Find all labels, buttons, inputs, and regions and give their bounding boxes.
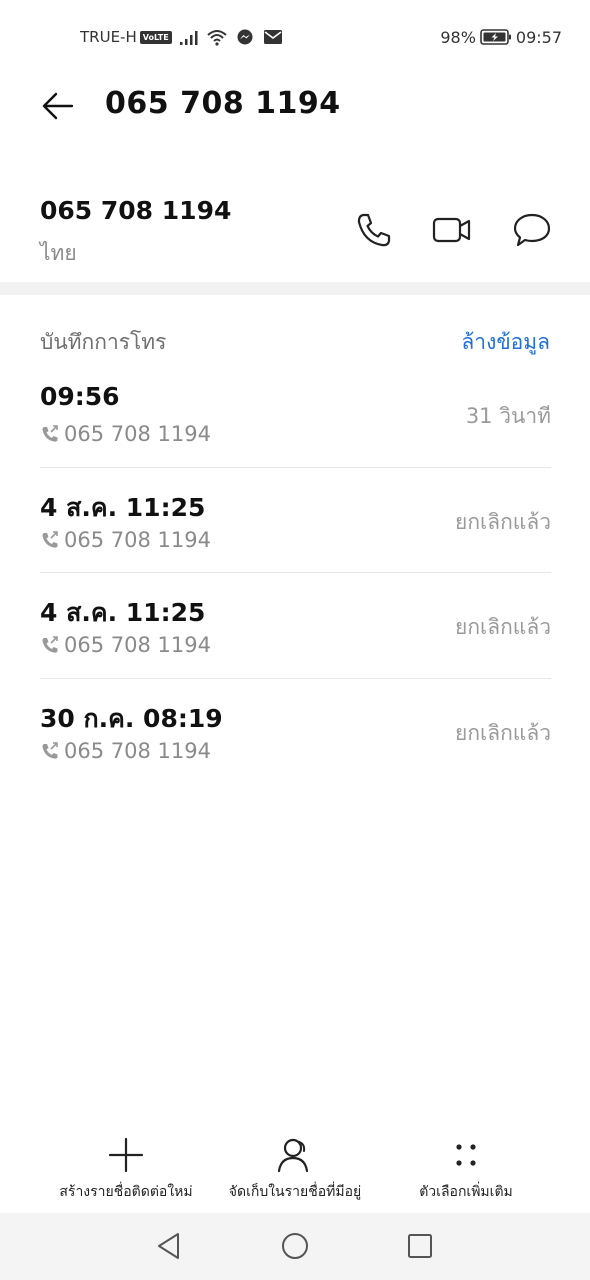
call-number: 065 708 1194 bbox=[64, 422, 211, 446]
call-number: 065 708 1194 bbox=[64, 738, 211, 763]
call-time: 30 ก.ค. 08:19 bbox=[40, 703, 223, 733]
nav-back-icon[interactable] bbox=[153, 1230, 185, 1262]
new-contact-button[interactable]: สร้างรายชื่อติดต่อใหม่ bbox=[46, 1130, 206, 1212]
call-status: 31 วินาที bbox=[465, 404, 551, 428]
status-right: 98% 09:57 bbox=[440, 26, 562, 48]
call-log-row[interactable]: 4 ส.ค. 11:25 065 708 1194 ยกเลิกแล้ว bbox=[40, 468, 551, 573]
more-dots-icon bbox=[456, 1144, 476, 1166]
battery-percent: 98% bbox=[440, 27, 476, 47]
back-arrow-icon[interactable] bbox=[40, 88, 76, 124]
call-status: ยกเลิกแล้ว bbox=[455, 509, 551, 534]
outgoing-call-icon bbox=[42, 741, 58, 759]
call-number-line: 065 708 1194 bbox=[40, 633, 211, 657]
status-left: TRUE-H VoLTE bbox=[80, 26, 284, 48]
call-number: 065 708 1194 bbox=[64, 527, 211, 552]
call-number-line: 065 708 1194 bbox=[40, 422, 211, 446]
more-options-label: ตัวเลือกเพิ่มเติม bbox=[419, 1184, 513, 1200]
volte-badge: VoLTE bbox=[139, 30, 172, 44]
carrier-name: TRUE-H bbox=[80, 28, 137, 46]
more-options-button[interactable]: ตัวเลือกเพิ่มเติม bbox=[400, 1130, 532, 1212]
outgoing-call-icon bbox=[42, 530, 58, 548]
section-divider bbox=[0, 282, 590, 295]
call-log-row[interactable]: 09:56 065 708 1194 31 วินาที bbox=[40, 362, 551, 468]
new-contact-label: สร้างรายชื่อติดต่อใหม่ bbox=[59, 1184, 193, 1200]
save-to-existing-label: จัดเก็บในรายชื่อที่มีอยู่ bbox=[228, 1184, 362, 1200]
wifi-icon bbox=[207, 30, 227, 46]
video-call-icon[interactable] bbox=[432, 210, 472, 250]
call-log-row[interactable]: 4 ส.ค. 11:25 065 708 1194 ยกเลิกแล้ว bbox=[40, 573, 551, 679]
nav-home-icon[interactable] bbox=[279, 1230, 311, 1262]
call-log-row[interactable]: 30 ก.ค. 08:19 065 708 1194 ยกเลิกแล้ว bbox=[40, 679, 551, 785]
page-title: 065 708 1194 bbox=[105, 86, 341, 121]
phone-icon[interactable] bbox=[354, 210, 394, 250]
system-nav-bar bbox=[0, 1213, 590, 1280]
call-number: 065 708 1194 bbox=[64, 633, 211, 657]
status-bar: TRUE-H VoLTE 98% 09:57 bbox=[0, 0, 590, 76]
contact-location: ไทย bbox=[40, 241, 77, 265]
call-number-line: 065 708 1194 bbox=[40, 528, 211, 552]
call-log-list: 09:56 065 708 1194 31 วินาที 4 ส.ค. 11:2… bbox=[40, 362, 551, 784]
outgoing-call-icon bbox=[42, 425, 58, 442]
nav-recent-apps-icon[interactable] bbox=[404, 1230, 436, 1262]
call-time: 4 ส.ค. 11:25 bbox=[40, 492, 206, 522]
messenger-icon bbox=[237, 29, 253, 45]
call-number-line: 065 708 1194 bbox=[40, 739, 211, 763]
message-icon[interactable] bbox=[512, 210, 552, 250]
plus-icon bbox=[108, 1137, 144, 1173]
signal-icon bbox=[179, 31, 198, 45]
bottom-action-bar: สร้างรายชื่อติดต่อใหม่ จัดเก็บในรายชื่อท… bbox=[0, 1130, 590, 1212]
mail-icon bbox=[263, 30, 282, 44]
call-time: 4 ส.ค. 11:25 bbox=[40, 598, 206, 627]
call-status: ยกเลิกแล้ว bbox=[455, 615, 551, 639]
call-time: 09:56 bbox=[40, 382, 120, 411]
call-log-title: บันทึกการโทร bbox=[40, 330, 167, 354]
contact-number: 065 708 1194 bbox=[40, 196, 232, 225]
status-time: 09:57 bbox=[515, 27, 562, 47]
outgoing-call-icon bbox=[42, 636, 58, 653]
battery-charging-icon bbox=[480, 29, 511, 45]
person-icon bbox=[277, 1138, 309, 1173]
save-to-existing-button[interactable]: จัดเก็บในรายชื่อที่มีอยู่ bbox=[215, 1130, 375, 1212]
clear-data-button[interactable]: ล้างข้อมูล bbox=[461, 326, 550, 359]
call-status: ยกเลิกแล้ว bbox=[455, 720, 551, 745]
